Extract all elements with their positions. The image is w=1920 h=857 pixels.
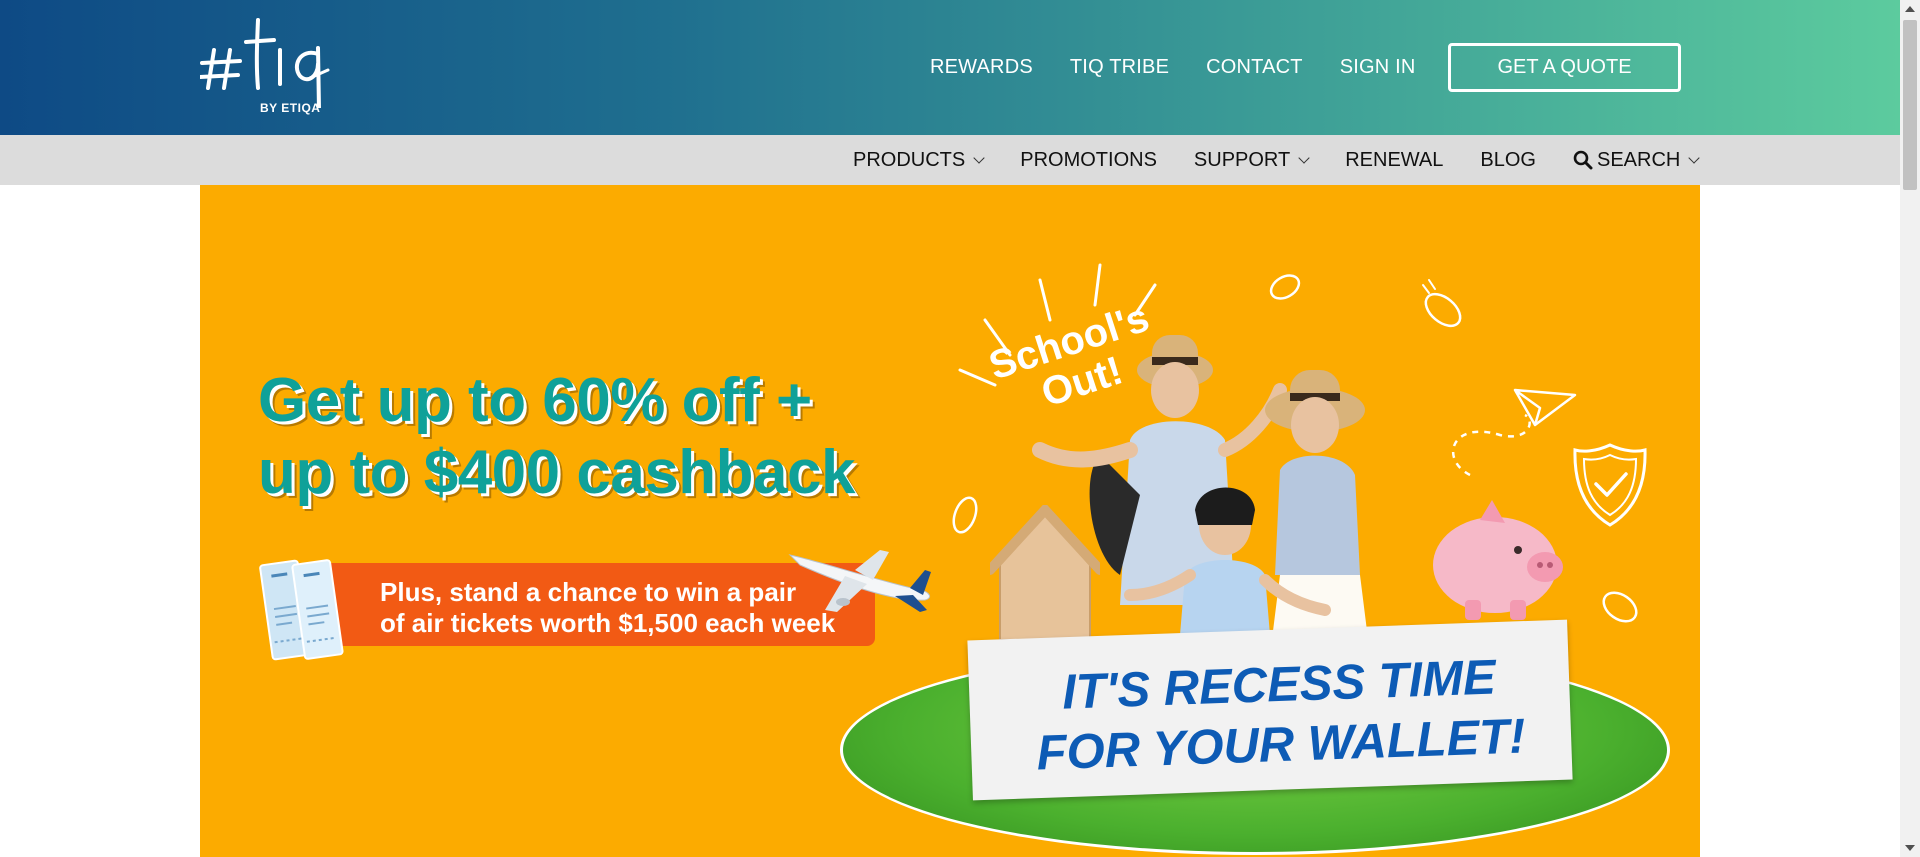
nav-blog-label: BLOG — [1480, 148, 1536, 171]
paper-plane-doodle — [1452, 388, 1577, 477]
nav-search-label: SEARCH — [1596, 148, 1681, 171]
nav-sign-in[interactable]: SIGN IN — [1340, 56, 1416, 79]
top-nav: REWARDS TIQ TRIBE CONTACT SIGN IN — [930, 0, 1453, 135]
nav-promotions-label: PROMOTIONS — [1020, 148, 1157, 171]
air-tickets-illustration — [259, 559, 344, 661]
tiq-logo-mark — [200, 18, 330, 108]
tiq-logo[interactable]: BY ETIQA — [200, 18, 360, 118]
wooden-house-illustration — [990, 505, 1100, 641]
nav-search[interactable]: SEARCH — [1573, 148, 1701, 172]
chevron-down-icon — [1298, 152, 1310, 164]
scroll-down-arrow-icon[interactable] — [1905, 845, 1915, 851]
hero-headline: Get up to 60% off + up to $400 cashback — [258, 365, 856, 509]
coin-doodle — [1602, 591, 1638, 623]
coin-doodle — [952, 496, 978, 534]
airplane-illustration — [788, 550, 931, 612]
top-header: BY ETIQA REWARDS TIQ TRIBE CONTACT SIGN … — [0, 0, 1900, 135]
nav-products[interactable]: PRODUCTS — [853, 148, 985, 172]
logo-subtitle: BY ETIQA — [260, 101, 321, 115]
nav-products-label: PRODUCTS — [853, 148, 966, 171]
search-icon — [1573, 150, 1593, 170]
nav-promotions[interactable]: PROMOTIONS — [1020, 149, 1157, 172]
scroll-up-arrow-icon[interactable] — [1905, 6, 1915, 12]
hero-banner[interactable]: Get up to 60% off + up to $400 cashback … — [200, 185, 1700, 857]
hero-headline-line1: Get up to 60% off + — [258, 366, 812, 435]
chevron-down-icon — [1688, 152, 1701, 164]
shield-icon — [1573, 443, 1647, 527]
nav-renewal-label: RENEWAL — [1345, 148, 1444, 171]
nav-support-label: SUPPORT — [1193, 148, 1291, 171]
get-a-quote-button[interactable]: GET A QUOTE — [1448, 43, 1681, 92]
hero-headline-line2: up to $400 cashback — [258, 438, 856, 507]
nav-blog[interactable]: BLOG — [1480, 149, 1536, 172]
nav-tiq-tribe[interactable]: TIQ TRIBE — [1070, 56, 1169, 79]
nav-renewal[interactable]: RENEWAL — [1345, 149, 1443, 172]
nav-support[interactable]: SUPPORT — [1193, 148, 1310, 172]
page: BY ETIQA REWARDS TIQ TRIBE CONTACT SIGN … — [0, 0, 1920, 857]
sign-text: IT'S RECESS TIME FOR YOUR WALLET! — [998, 645, 1562, 784]
chevron-down-icon — [973, 152, 985, 164]
scrollbar-thumb[interactable] — [1903, 20, 1917, 190]
secondary-nav: PRODUCTS PROMOTIONS SUPPORT RENEWAL BLOG — [0, 135, 1900, 185]
nav-contact[interactable]: CONTACT — [1206, 56, 1303, 79]
piggy-bank-illustration — [1433, 500, 1563, 620]
nav-rewards[interactable]: REWARDS — [930, 56, 1033, 79]
